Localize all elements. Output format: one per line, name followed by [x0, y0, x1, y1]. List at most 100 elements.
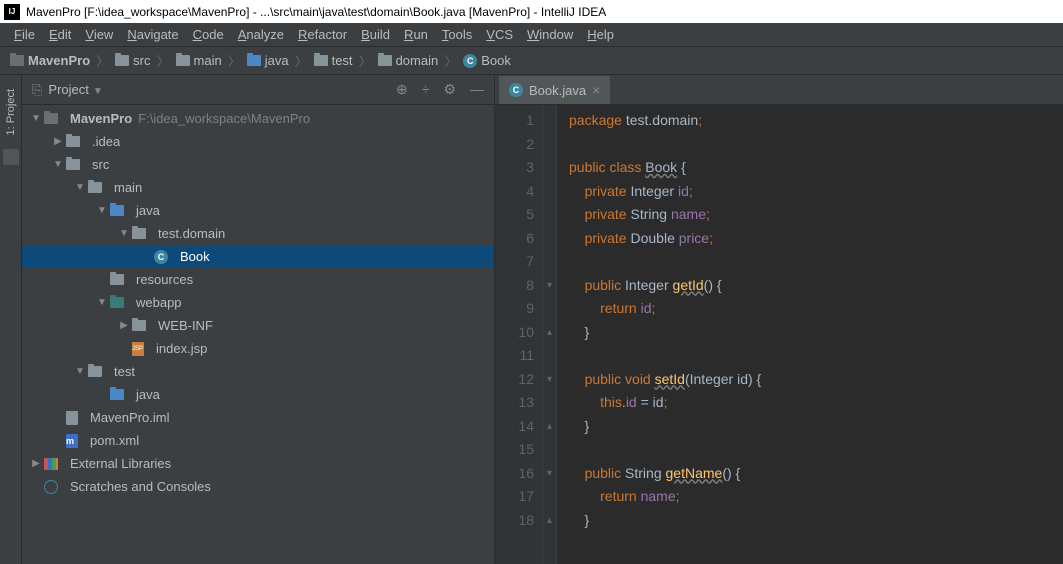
breadcrumb-item-src[interactable]: src [113, 53, 152, 68]
code-area[interactable]: package test.domain; public class Book {… [557, 105, 1063, 564]
expander-icon[interactable]: ▼ [74, 182, 86, 193]
menu-file[interactable]: File [8, 25, 41, 44]
code-line[interactable]: return name; [569, 485, 1051, 509]
hide-icon[interactable]: — [470, 81, 484, 98]
tree-node-webapp[interactable]: ▼ webapp [22, 291, 494, 314]
code-line[interactable] [569, 438, 1051, 462]
editor-tab-book[interactable]: C Book.java × [499, 76, 610, 104]
folder-teal-icon [110, 297, 124, 308]
breadcrumb-item-book[interactable]: CBook [461, 53, 513, 68]
menu-edit[interactable]: Edit [43, 25, 77, 44]
breadcrumb-sep: 〉 [359, 51, 372, 70]
menu-window[interactable]: Window [521, 25, 579, 44]
expander-icon[interactable]: ▶ [52, 136, 64, 147]
code-line[interactable] [569, 133, 1051, 157]
code-line[interactable] [569, 250, 1051, 274]
tree-node-src[interactable]: ▼ src [22, 153, 494, 176]
fold-mark-icon [543, 485, 556, 509]
code-line[interactable]: return id; [569, 297, 1051, 321]
code-line[interactable]: package test.domain; [569, 109, 1051, 133]
expander-icon[interactable]: ▼ [118, 228, 130, 239]
line-number-gutter: 123456789101112131415161718 [495, 105, 543, 564]
breadcrumb-item-main[interactable]: main [174, 53, 224, 68]
tree-node-resources[interactable]: resources [22, 268, 494, 291]
tree-node--idea[interactable]: ▶.idea [22, 130, 494, 153]
folder-blue-icon [247, 55, 261, 66]
fold-mark-icon[interactable]: ▾ [543, 462, 556, 486]
tree-node-label: webapp [136, 295, 182, 310]
editor-body[interactable]: 123456789101112131415161718 ▾▴▾▴▾▴ packa… [495, 105, 1063, 564]
tree-node-mavenpro[interactable]: ▼MavenProF:\idea_workspace\MavenPro [22, 107, 494, 130]
close-icon[interactable]: × [592, 82, 600, 98]
collapse-icon[interactable]: ÷ [422, 81, 430, 98]
tree-node-scratches-and-consoles[interactable]: Scratches and Consoles [22, 475, 494, 498]
menu-view[interactable]: View [79, 25, 119, 44]
menu-analyze[interactable]: Analyze [232, 25, 290, 44]
gear-icon[interactable]: ⚙ [443, 81, 456, 98]
tree-node-pom-xml[interactable]: mpom.xml [22, 429, 494, 452]
tree-node-web-inf[interactable]: ▶WEB-INF [22, 314, 494, 337]
breadcrumb: MavenPro〉src〉main〉java〉test〉domain〉CBook [0, 47, 1063, 75]
line-number: 11 [495, 344, 534, 368]
code-line[interactable]: public class Book { [569, 156, 1051, 180]
expander-icon[interactable]: ▼ [74, 366, 86, 377]
menu-vcs[interactable]: VCS [480, 25, 519, 44]
code-line[interactable]: private Double price; [569, 227, 1051, 251]
code-line[interactable]: } [569, 415, 1051, 439]
fold-mark-icon[interactable]: ▴ [543, 509, 556, 533]
tree-node-test[interactable]: ▼ test [22, 360, 494, 383]
panel-title[interactable]: Project▼ [48, 82, 396, 97]
code-line[interactable]: private String name; [569, 203, 1051, 227]
tool-window-sidebar: 1: Project [0, 75, 22, 564]
fold-mark-icon[interactable]: ▾ [543, 368, 556, 392]
breadcrumb-sep: 〉 [157, 51, 170, 70]
tree-node-java[interactable]: java [22, 383, 494, 406]
editor-tabs: C Book.java × [495, 75, 1063, 105]
line-number: 1 [495, 109, 534, 133]
expander-icon[interactable]: ▼ [52, 159, 64, 170]
menu-navigate[interactable]: Navigate [121, 25, 184, 44]
breadcrumb-item-domain[interactable]: domain [376, 53, 441, 68]
code-line[interactable]: } [569, 321, 1051, 345]
menu-refactor[interactable]: Refactor [292, 25, 353, 44]
project-tree[interactable]: ▼MavenProF:\idea_workspace\MavenPro▶.ide… [22, 105, 494, 564]
code-line[interactable] [569, 344, 1051, 368]
menu-help[interactable]: Help [581, 25, 620, 44]
menu-run[interactable]: Run [398, 25, 434, 44]
tree-node-mavenpro-iml[interactable]: MavenPro.iml [22, 406, 494, 429]
tree-node-external-libraries[interactable]: ▶External Libraries [22, 452, 494, 475]
code-line[interactable]: public Integer getId() { [569, 274, 1051, 298]
tree-node-label: src [92, 157, 109, 172]
menu-code[interactable]: Code [187, 25, 230, 44]
menu-build[interactable]: Build [355, 25, 396, 44]
tree-node-main[interactable]: ▼main [22, 176, 494, 199]
line-number: 4 [495, 180, 534, 204]
breadcrumb-item-test[interactable]: test [312, 53, 355, 68]
expander-icon[interactable]: ▶ [118, 320, 130, 331]
breadcrumb-item-mavenpro[interactable]: MavenPro [8, 53, 92, 68]
fold-mark-icon[interactable]: ▴ [543, 321, 556, 345]
tree-node-label: test [114, 364, 135, 379]
tree-node-index-jsp[interactable]: JSPindex.jsp [22, 337, 494, 360]
locate-icon[interactable]: ⊕ [396, 81, 408, 98]
code-line[interactable]: public String getName() { [569, 462, 1051, 486]
breadcrumb-item-java[interactable]: java [245, 53, 291, 68]
tree-node-test-domain[interactable]: ▼test.domain [22, 222, 494, 245]
expander-icon[interactable]: ▼ [96, 205, 108, 216]
fold-mark-icon[interactable]: ▾ [543, 274, 556, 298]
tree-node-book[interactable]: CBook [22, 245, 494, 268]
sidebar-tool-icon[interactable] [3, 149, 19, 165]
fold-mark-icon[interactable]: ▴ [543, 415, 556, 439]
expander-icon[interactable]: ▶ [30, 458, 42, 469]
expander-icon[interactable]: ▼ [96, 297, 108, 308]
folder-gray-icon [44, 113, 58, 124]
breadcrumb-sep: 〉 [444, 51, 457, 70]
code-line[interactable]: public void setId(Integer id) { [569, 368, 1051, 392]
code-line[interactable]: this.id = id; [569, 391, 1051, 415]
menu-tools[interactable]: Tools [436, 25, 478, 44]
expander-icon[interactable]: ▼ [30, 113, 42, 124]
tree-node-java[interactable]: ▼java [22, 199, 494, 222]
code-line[interactable]: } [569, 509, 1051, 533]
sidebar-tab-project[interactable]: 1: Project [3, 83, 19, 141]
code-line[interactable]: private Integer id; [569, 180, 1051, 204]
